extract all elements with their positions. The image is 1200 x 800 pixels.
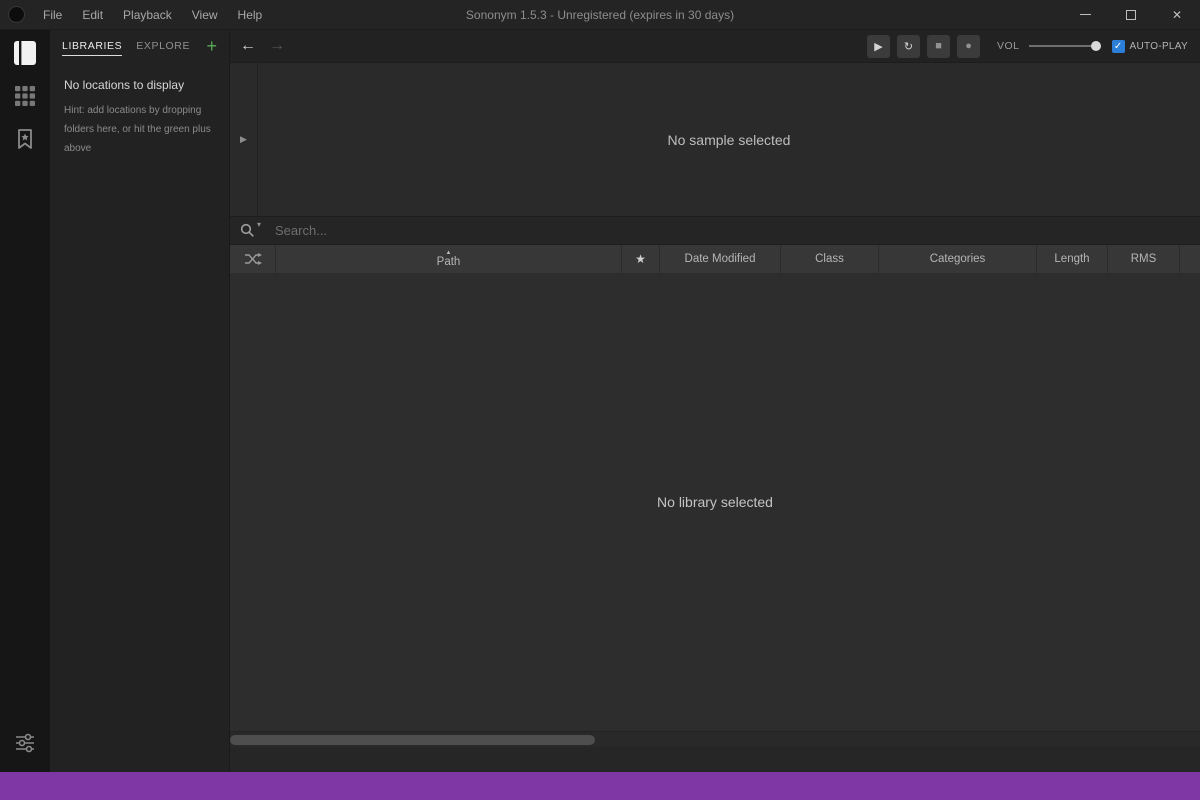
- column-label-rms: RMS: [1131, 253, 1157, 265]
- app-body: LIBRARIES EXPLORE + No locations to disp…: [0, 30, 1200, 772]
- preview-expander[interactable]: ▶: [230, 63, 258, 216]
- play-icon: ▶: [874, 40, 882, 53]
- search-bar: ▾: [230, 217, 1200, 245]
- back-button[interactable]: ←: [240, 38, 256, 54]
- close-icon: ✕: [1172, 8, 1182, 22]
- sidebar-item-browser[interactable]: [8, 36, 42, 70]
- app-logo-icon: [8, 6, 25, 23]
- maximize-icon: [1126, 10, 1136, 20]
- results-table-body: No library selected: [230, 273, 1200, 731]
- column-header-favorite[interactable]: ★: [622, 245, 660, 273]
- browser-icon: [10, 38, 40, 68]
- add-location-button[interactable]: +: [206, 37, 217, 55]
- sidebar-item-bookmarks[interactable]: [8, 122, 42, 156]
- column-label-length: Length: [1054, 253, 1089, 265]
- stop-button[interactable]: ■: [927, 35, 950, 58]
- menubar: File Edit Playback View Help: [33, 0, 272, 29]
- column-header-date-modified[interactable]: Date Modified: [660, 245, 781, 273]
- column-header-categories[interactable]: Categories: [879, 245, 1037, 273]
- refresh-icon: ↻: [904, 40, 913, 53]
- grid-icon: [13, 84, 37, 108]
- status-strip: [230, 747, 1200, 772]
- tab-libraries[interactable]: LIBRARIES: [62, 36, 122, 56]
- menu-file[interactable]: File: [33, 0, 72, 29]
- no-sample-text: No sample selected: [258, 63, 1200, 216]
- expand-right-icon: ▶: [240, 134, 247, 145]
- star-icon: ★: [635, 252, 646, 266]
- search-options-button[interactable]: ▾: [240, 223, 261, 238]
- menu-help[interactable]: Help: [228, 0, 273, 29]
- maximize-button[interactable]: [1108, 0, 1154, 29]
- tab-explore[interactable]: EXPLORE: [136, 36, 190, 56]
- sononym-window: File Edit Playback View Help Sononym 1.5…: [0, 0, 1200, 800]
- transport-controls: ▶ ↻ ■ ● VOL: [867, 35, 1188, 58]
- no-locations-hint: Hint: add locations by dropping folders …: [64, 101, 215, 158]
- column-header-class[interactable]: Class: [781, 245, 879, 273]
- menu-playback[interactable]: Playback: [113, 0, 182, 29]
- sidebar-item-filter-settings[interactable]: [8, 726, 42, 760]
- column-label-categories: Categories: [930, 253, 986, 265]
- sliders-icon: [13, 731, 37, 755]
- play-button[interactable]: ▶: [867, 35, 890, 58]
- volume-slider-knob[interactable]: [1091, 41, 1101, 51]
- volume-label: VOL: [997, 40, 1020, 52]
- record-button[interactable]: ●: [957, 35, 980, 58]
- forward-button[interactable]: →: [269, 38, 285, 54]
- column-header-length[interactable]: Length: [1037, 245, 1108, 273]
- results-table-header: ▲ Path ★ Date Modified Class Categories …: [230, 245, 1200, 273]
- shuffle-icon: [244, 253, 262, 265]
- icon-rail: [0, 30, 50, 772]
- library-panel-empty-state: No locations to display Hint: add locati…: [50, 62, 229, 174]
- no-locations-title: No locations to display: [64, 78, 215, 92]
- column-label-class: Class: [815, 253, 844, 265]
- record-icon: ●: [965, 40, 972, 52]
- minimize-button[interactable]: [1062, 0, 1108, 29]
- loop-button[interactable]: ↻: [897, 35, 920, 58]
- search-icon: [240, 223, 255, 238]
- volume-slider[interactable]: [1029, 45, 1099, 47]
- minimize-icon: [1080, 14, 1091, 15]
- column-label-date-modified: Date Modified: [685, 253, 756, 265]
- no-library-text: No library selected: [657, 494, 773, 510]
- autoplay-control: ✓ AUTO-PLAY: [1112, 40, 1188, 53]
- bookmark-star-icon: [13, 127, 37, 151]
- window-title: Sononym 1.5.3 - Unregistered (expires in…: [466, 8, 734, 22]
- menu-view[interactable]: View: [182, 0, 228, 29]
- horizontal-scrollbar-thumb[interactable]: [230, 735, 595, 745]
- column-label-path: Path: [437, 256, 461, 268]
- shuffle-column-button[interactable]: [230, 245, 276, 273]
- close-button[interactable]: ✕: [1154, 0, 1200, 29]
- sample-preview-pane: ▶ No sample selected: [230, 62, 1200, 217]
- sidebar-item-grid-view[interactable]: [8, 79, 42, 113]
- check-icon: ✓: [1114, 40, 1122, 53]
- menu-edit[interactable]: Edit: [72, 0, 113, 29]
- autoplay-checkbox[interactable]: ✓: [1112, 40, 1125, 53]
- library-panel: LIBRARIES EXPLORE + No locations to disp…: [50, 30, 230, 772]
- titlebar: File Edit Playback View Help Sononym 1.5…: [0, 0, 1200, 30]
- column-header-rms[interactable]: RMS: [1108, 245, 1180, 273]
- main-area: ← → ▶ ↻ ■ ● VOL: [230, 30, 1200, 772]
- column-header-filler: [1180, 245, 1200, 273]
- stop-icon: ■: [935, 40, 942, 52]
- history-nav: ← →: [240, 38, 285, 54]
- autoplay-label: AUTO-PLAY: [1130, 41, 1188, 52]
- horizontal-scrollbar[interactable]: [230, 731, 1200, 747]
- window-controls: ✕: [1062, 0, 1200, 29]
- search-input[interactable]: [275, 223, 1190, 238]
- main-toolbar: ← → ▶ ↻ ■ ● VOL: [230, 30, 1200, 62]
- purple-status-bar: [0, 772, 1200, 800]
- search-dropdown-icon: ▾: [257, 220, 261, 229]
- column-header-path[interactable]: ▲ Path: [276, 245, 622, 273]
- library-panel-tabs: LIBRARIES EXPLORE +: [50, 30, 229, 62]
